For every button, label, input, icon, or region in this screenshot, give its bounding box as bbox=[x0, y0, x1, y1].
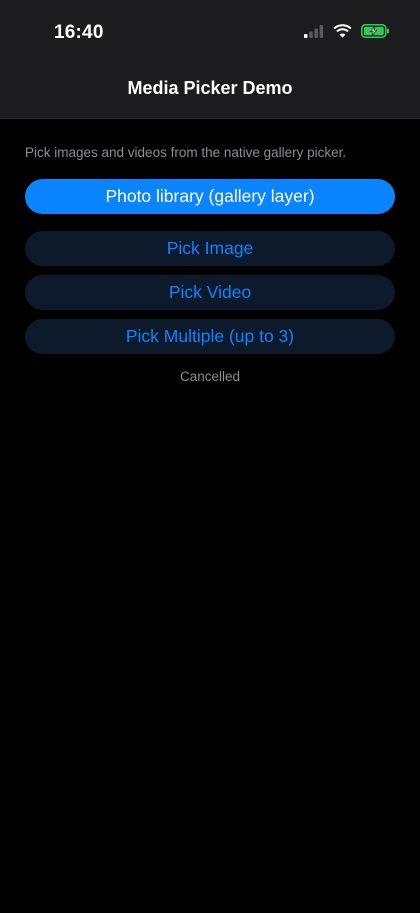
page-title: Media Picker Demo bbox=[127, 78, 293, 98]
navigation-header: 16:40 Media Picker Demo bbox=[0, 0, 420, 119]
wifi-icon bbox=[333, 24, 352, 38]
photo-library-button[interactable]: Photo library (gallery layer) bbox=[25, 179, 395, 214]
battery-charging-icon bbox=[361, 24, 389, 38]
status-time: 16:40 bbox=[54, 22, 104, 43]
result-status-text: Cancelled bbox=[179, 369, 241, 384]
intro-text: Pick images and videos from the native g… bbox=[25, 145, 347, 160]
status-bar: 16:40 bbox=[0, 0, 420, 60]
pick-image-button[interactable]: Pick Image bbox=[25, 231, 395, 266]
pick-video-button[interactable]: Pick Video bbox=[25, 275, 395, 310]
main-content: Pick images and videos from the native g… bbox=[25, 145, 395, 384]
status-icons bbox=[304, 24, 390, 38]
pick-multiple-button[interactable]: Pick Multiple (up to 3) bbox=[25, 319, 395, 354]
cellular-signal-icon bbox=[304, 24, 324, 38]
